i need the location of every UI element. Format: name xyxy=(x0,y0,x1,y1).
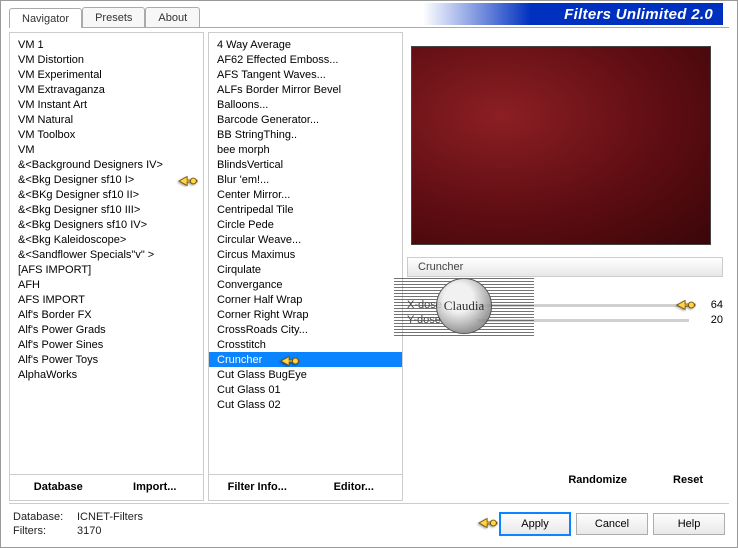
list-item[interactable]: Cirqulate xyxy=(209,262,402,277)
cancel-button[interactable]: Cancel xyxy=(576,513,648,535)
brand-title: Filters Unlimited 2.0 xyxy=(564,6,713,23)
brand-banner: Filters Unlimited 2.0 xyxy=(423,3,723,25)
list-item[interactable]: CrossRoads City... xyxy=(209,322,402,337)
list-item[interactable]: Convergance xyxy=(209,277,402,292)
param-label: X-dose xyxy=(407,299,477,311)
category-list[interactable]: VM 1VM DistortionVM ExperimentalVM Extra… xyxy=(10,33,203,474)
list-item[interactable]: Corner Half Wrap xyxy=(209,292,402,307)
editor-button[interactable]: Editor... xyxy=(306,475,403,500)
param-value: 64 xyxy=(689,299,723,311)
list-item[interactable]: VM Extravaganza xyxy=(10,82,203,97)
list-item[interactable]: Balloons... xyxy=(209,97,402,112)
filter-list[interactable]: 4 Way AverageAF62 Effected Emboss...AFS … xyxy=(209,33,402,474)
list-item[interactable]: Alf's Border FX xyxy=(10,307,203,322)
pointer-icon xyxy=(279,352,301,367)
list-item[interactable]: Cut Glass 01 xyxy=(209,382,402,397)
list-item[interactable]: Alf's Power Sines xyxy=(10,337,203,352)
list-item[interactable]: VM Distortion xyxy=(10,52,203,67)
list-item[interactable]: &<Sandflower Specials"v" > xyxy=(10,247,203,262)
list-item[interactable]: VM xyxy=(10,142,203,157)
list-item[interactable]: VM Toolbox xyxy=(10,127,203,142)
footer-filters-value: 3170 xyxy=(77,525,101,537)
list-item[interactable]: ALFs Border Mirror Bevel xyxy=(209,82,402,97)
list-item[interactable]: BB StringThing.. xyxy=(209,127,402,142)
footer-db-value: ICNET-Filters xyxy=(77,511,143,523)
list-item[interactable]: Circle Pede xyxy=(209,217,402,232)
list-item[interactable]: Circus Maximus xyxy=(209,247,402,262)
list-item[interactable]: AFS IMPORT xyxy=(10,292,203,307)
database-button[interactable]: Database xyxy=(10,475,107,500)
list-item[interactable]: Cut Glass 02 xyxy=(209,397,402,412)
list-item[interactable]: &<Bkg Kaleidoscope> xyxy=(10,232,203,247)
list-item[interactable]: Corner Right Wrap xyxy=(209,307,402,322)
list-item[interactable]: [AFS IMPORT] xyxy=(10,262,203,277)
list-item[interactable]: Center Mirror... xyxy=(209,187,402,202)
list-item[interactable]: AF62 Effected Emboss... xyxy=(209,52,402,67)
selected-filter-title: Cruncher xyxy=(407,257,723,277)
param-slider[interactable] xyxy=(477,319,689,322)
param-slider[interactable] xyxy=(477,304,689,307)
footer-db-label: Database: xyxy=(13,511,77,523)
reset-button[interactable]: Reset xyxy=(653,467,723,493)
list-item[interactable]: VM 1 xyxy=(10,37,203,52)
list-item[interactable]: VM Experimental xyxy=(10,67,203,82)
list-item[interactable]: Blur 'em!... xyxy=(209,172,402,187)
category-pane: VM 1VM DistortionVM ExperimentalVM Extra… xyxy=(9,32,204,501)
filter-info-button[interactable]: Filter Info... xyxy=(209,475,306,500)
tab-navigator[interactable]: Navigator xyxy=(9,8,82,28)
list-item[interactable]: &<Bkg Designer sf10 III> xyxy=(10,202,203,217)
param-value: 20 xyxy=(689,314,723,326)
list-item[interactable]: BlindsVertical xyxy=(209,157,402,172)
list-item[interactable]: VM Instant Art xyxy=(10,97,203,112)
pointer-icon xyxy=(477,514,499,532)
apply-button[interactable]: Apply xyxy=(499,512,571,536)
footer-filters-label: Filters: xyxy=(13,525,77,537)
tab-presets[interactable]: Presets xyxy=(82,7,145,27)
list-item[interactable]: &<Bkg Designer sf10 I> xyxy=(10,172,203,187)
import-button[interactable]: Import... xyxy=(107,475,204,500)
help-button[interactable]: Help xyxy=(653,513,725,535)
list-item[interactable]: AFS Tangent Waves... xyxy=(209,67,402,82)
list-item[interactable]: Cut Glass BugEye xyxy=(209,367,402,382)
list-item[interactable]: AFH xyxy=(10,277,203,292)
list-item[interactable]: Alf's Power Grads xyxy=(10,322,203,337)
preview-image xyxy=(411,46,711,245)
list-item[interactable]: Circular Weave... xyxy=(209,232,402,247)
list-item[interactable]: Centripedal Tile xyxy=(209,202,402,217)
list-item[interactable]: VM Natural xyxy=(10,112,203,127)
list-item[interactable]: Alf's Power Toys xyxy=(10,352,203,367)
tab-about[interactable]: About xyxy=(145,7,200,27)
param-row: Y-dose 20 xyxy=(407,314,723,326)
preview-pane: Cruncher X-dose 64 Y-dose 20 Randomize Rese… xyxy=(407,32,729,501)
list-item[interactable]: bee morph xyxy=(209,142,402,157)
list-item[interactable]: Crosstitch xyxy=(209,337,402,352)
list-item[interactable]: &<BKg Designer sf10 II> xyxy=(10,187,203,202)
pointer-icon xyxy=(177,172,199,187)
randomize-button[interactable]: Randomize xyxy=(560,467,635,493)
param-row: X-dose 64 xyxy=(407,299,723,311)
list-item[interactable]: Cruncher xyxy=(209,352,402,367)
filter-pane: 4 Way AverageAF62 Effected Emboss...AFS … xyxy=(208,32,403,501)
list-item[interactable]: Barcode Generator... xyxy=(209,112,402,127)
list-item[interactable]: &<Background Designers IV> xyxy=(10,157,203,172)
list-item[interactable]: &<Bkg Designers sf10 IV> xyxy=(10,217,203,232)
param-label: Y-dose xyxy=(407,314,477,326)
list-item[interactable]: 4 Way Average xyxy=(209,37,402,52)
list-item[interactable]: AlphaWorks xyxy=(10,367,203,382)
